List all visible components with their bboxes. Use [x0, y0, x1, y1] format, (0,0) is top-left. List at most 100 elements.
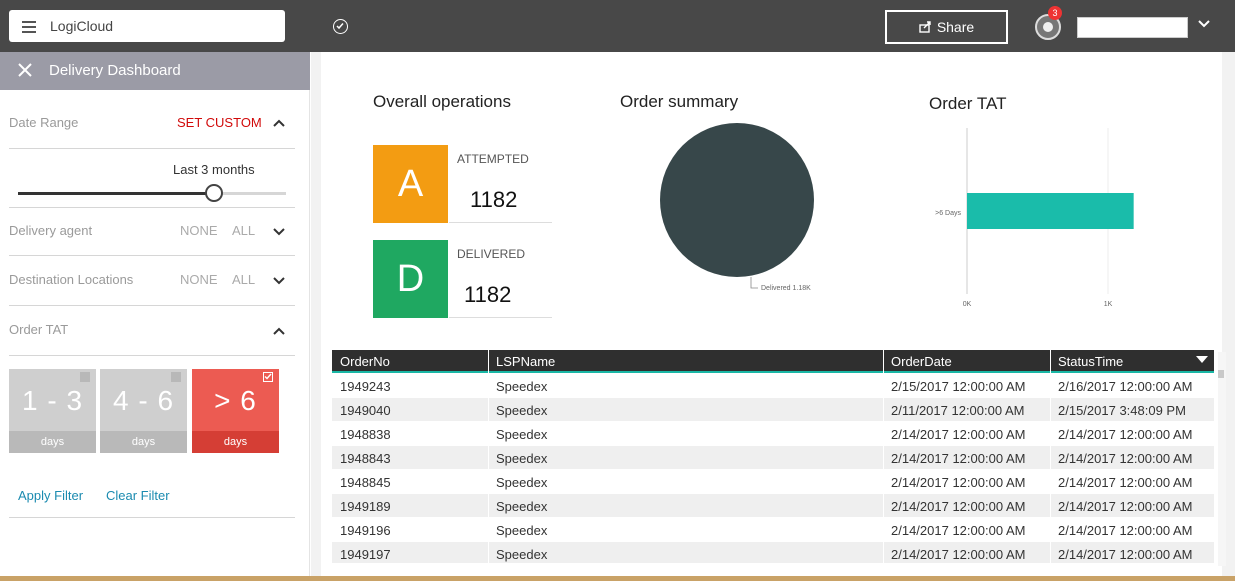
- table-cell: 2/14/2017 12:00:00 AM: [1058, 499, 1193, 514]
- table-cell: 1948843: [340, 451, 391, 466]
- tat-tile-over-6[interactable]: > 6 days: [192, 369, 279, 453]
- delivered-value: 1182: [464, 282, 512, 307]
- overall-operations-title: Overall operations: [373, 92, 511, 111]
- order-tat-bar-chart: >6 Days 0K 1K: [935, 128, 1134, 308]
- table-cell: 2/14/2017 12:00:00 AM: [1058, 547, 1193, 562]
- sort-triangle-icon[interactable]: [1196, 356, 1208, 363]
- tat-tile-4-6[interactable]: 4 - 6 days: [100, 369, 187, 453]
- order-summary-title: Order summary: [620, 92, 739, 111]
- date-range-slider[interactable]: [18, 192, 286, 195]
- delivered-letter: D: [373, 240, 448, 318]
- table-scrollbar[interactable]: [1218, 352, 1226, 566]
- app-name: LogiCloud: [50, 18, 114, 34]
- column-header-lspname[interactable]: LSPName: [496, 354, 555, 369]
- pie-slice-delivered[interactable]: [660, 123, 814, 277]
- tat-tile-unit: days: [100, 431, 187, 453]
- chevron-down-icon[interactable]: [273, 277, 285, 285]
- sidebar-title: Delivery Dashboard: [49, 62, 181, 79]
- tat-tile-value: 4 - 6: [112, 385, 175, 416]
- table-cell: 2/15/2017 12:00:00 AM: [891, 379, 1026, 394]
- destination-none[interactable]: NONE: [180, 272, 218, 287]
- table-cell: 1949040: [340, 403, 391, 418]
- destination-all[interactable]: ALL: [232, 272, 255, 287]
- user-name-field[interactable]: [1077, 17, 1188, 38]
- table-row[interactable]: 1949243 Speedex 2/15/2017 12:00:00 AM 2/16/…: [332, 374, 1214, 398]
- hamburger-menu-icon[interactable]: [22, 21, 36, 33]
- table-cell: Speedex: [496, 427, 548, 442]
- table-cell: Speedex: [496, 403, 548, 418]
- attempted-letter: A: [373, 145, 448, 223]
- order-tat-chart-title: Order TAT: [929, 94, 1007, 113]
- table-cell: 1948838: [340, 427, 391, 442]
- table-cell: 2/14/2017 12:00:00 AM: [1058, 523, 1193, 538]
- table-row[interactable]: 1949196 Speedex 2/14/2017 12:00:00 AM 2/14/…: [332, 518, 1214, 542]
- table-row[interactable]: 1949189 Speedex 2/14/2017 12:00:00 AM 2/14/…: [332, 494, 1214, 518]
- table-row[interactable]: 1948843 Speedex 2/14/2017 12:00:00 AM 2/14/…: [332, 446, 1214, 470]
- table-cell: 2/14/2017 12:00:00 AM: [1058, 427, 1193, 442]
- table-cell: 2/16/2017 12:00:00 AM: [1058, 379, 1193, 394]
- order-tat-label: Order TAT: [9, 322, 69, 337]
- attempted-value: 1182: [470, 187, 518, 212]
- table-cell: 2/14/2017 12:00:00 AM: [891, 499, 1026, 514]
- table-cell: 2/15/2017 3:48:09 PM: [1058, 403, 1186, 418]
- attempted-card: A ATTEMPTED 1182: [373, 145, 552, 223]
- table-cell: 1949197: [340, 547, 391, 562]
- column-header-orderno[interactable]: OrderNo: [340, 354, 390, 369]
- tat-tile-unit: days: [192, 431, 279, 453]
- table-cell: 1949196: [340, 523, 391, 538]
- divider: [9, 517, 295, 518]
- sidebar-header: Delivery Dashboard: [0, 52, 310, 90]
- y-tick-label: >6 Days: [935, 210, 961, 217]
- share-icon: [919, 21, 931, 33]
- destination-locations-filter: Destination Locations NONE ALL: [9, 257, 295, 306]
- delivery-agent-all[interactable]: ALL: [232, 223, 255, 238]
- app-switcher[interactable]: LogiCloud: [9, 10, 285, 42]
- table-cell: Speedex: [496, 547, 548, 562]
- table-cell: 1949189: [340, 499, 391, 514]
- share-label: Share: [936, 19, 975, 35]
- table-cell: 2/14/2017 12:00:00 AM: [891, 523, 1026, 538]
- slider-handle[interactable]: [204, 184, 223, 202]
- table-cell: Speedex: [496, 523, 548, 538]
- slider-value: Last 3 months: [173, 162, 255, 177]
- scrollbar-thumb[interactable]: [1218, 370, 1224, 378]
- checkbox-icon: [80, 372, 90, 382]
- orders-table: OrderNo LSPName OrderDate StatusTime 194…: [332, 350, 1214, 563]
- delivered-label: DELIVERED: [457, 247, 526, 261]
- dashboard-panel: Overall operations A ATTEMPTED 1182 D DE…: [321, 52, 1226, 576]
- table-row[interactable]: 1949197 Speedex 2/14/2017 12:00:00 AM 2/14/…: [332, 542, 1214, 563]
- chevron-down-icon[interactable]: [1198, 20, 1210, 28]
- table-row[interactable]: 1948838 Speedex 2/14/2017 12:00:00 AM 2/14/…: [332, 422, 1214, 446]
- column-header-statustime[interactable]: StatusTime: [1058, 354, 1123, 369]
- table-cell: 2/14/2017 12:00:00 AM: [891, 547, 1026, 562]
- bar-over-6-days[interactable]: [967, 193, 1134, 229]
- column-header-orderdate[interactable]: OrderDate: [891, 354, 952, 369]
- x-tick-label: 1K: [1104, 301, 1113, 308]
- table-cell: 2/14/2017 12:00:00 AM: [1058, 451, 1193, 466]
- set-custom-button[interactable]: SET CUSTOM: [177, 115, 262, 130]
- pie-slice-label: Delivered 1.18K: [761, 285, 811, 292]
- table-cell: Speedex: [496, 499, 548, 514]
- table-row[interactable]: 1948845 Speedex 2/14/2017 12:00:00 AM 2/14/…: [332, 470, 1214, 494]
- share-button[interactable]: Share: [885, 10, 1008, 44]
- order-tat-filter: Order TAT: [9, 307, 295, 356]
- table-cell: 1949243: [340, 379, 391, 394]
- chevron-up-icon[interactable]: [273, 119, 285, 127]
- chevron-down-icon[interactable]: [273, 228, 285, 236]
- apply-filter-button[interactable]: Apply Filter: [18, 488, 83, 503]
- delivery-agent-none[interactable]: NONE: [180, 223, 218, 238]
- checkbox-icon: [171, 372, 181, 382]
- taskbar-strip: [0, 576, 1235, 581]
- clear-filter-button[interactable]: Clear Filter: [106, 488, 170, 503]
- table-row[interactable]: 1949040 Speedex 2/11/2017 12:00:00 AM 2/15/…: [332, 398, 1214, 422]
- notification-badge: 3: [1048, 6, 1062, 20]
- divider: [9, 207, 295, 208]
- close-icon[interactable]: [18, 63, 32, 77]
- order-summary-pie-chart: [660, 123, 814, 289]
- filter-sidebar: Delivery Dashboard Date Range SET CUSTOM…: [0, 52, 310, 581]
- delivery-agent-filter: Delivery agent NONE ALL: [9, 209, 295, 256]
- chevron-up-icon[interactable]: [273, 327, 285, 335]
- attempted-label: ATTEMPTED: [457, 152, 529, 166]
- tat-tile-1-3[interactable]: 1 - 3 days: [9, 369, 96, 453]
- check-circle-icon[interactable]: [333, 19, 348, 34]
